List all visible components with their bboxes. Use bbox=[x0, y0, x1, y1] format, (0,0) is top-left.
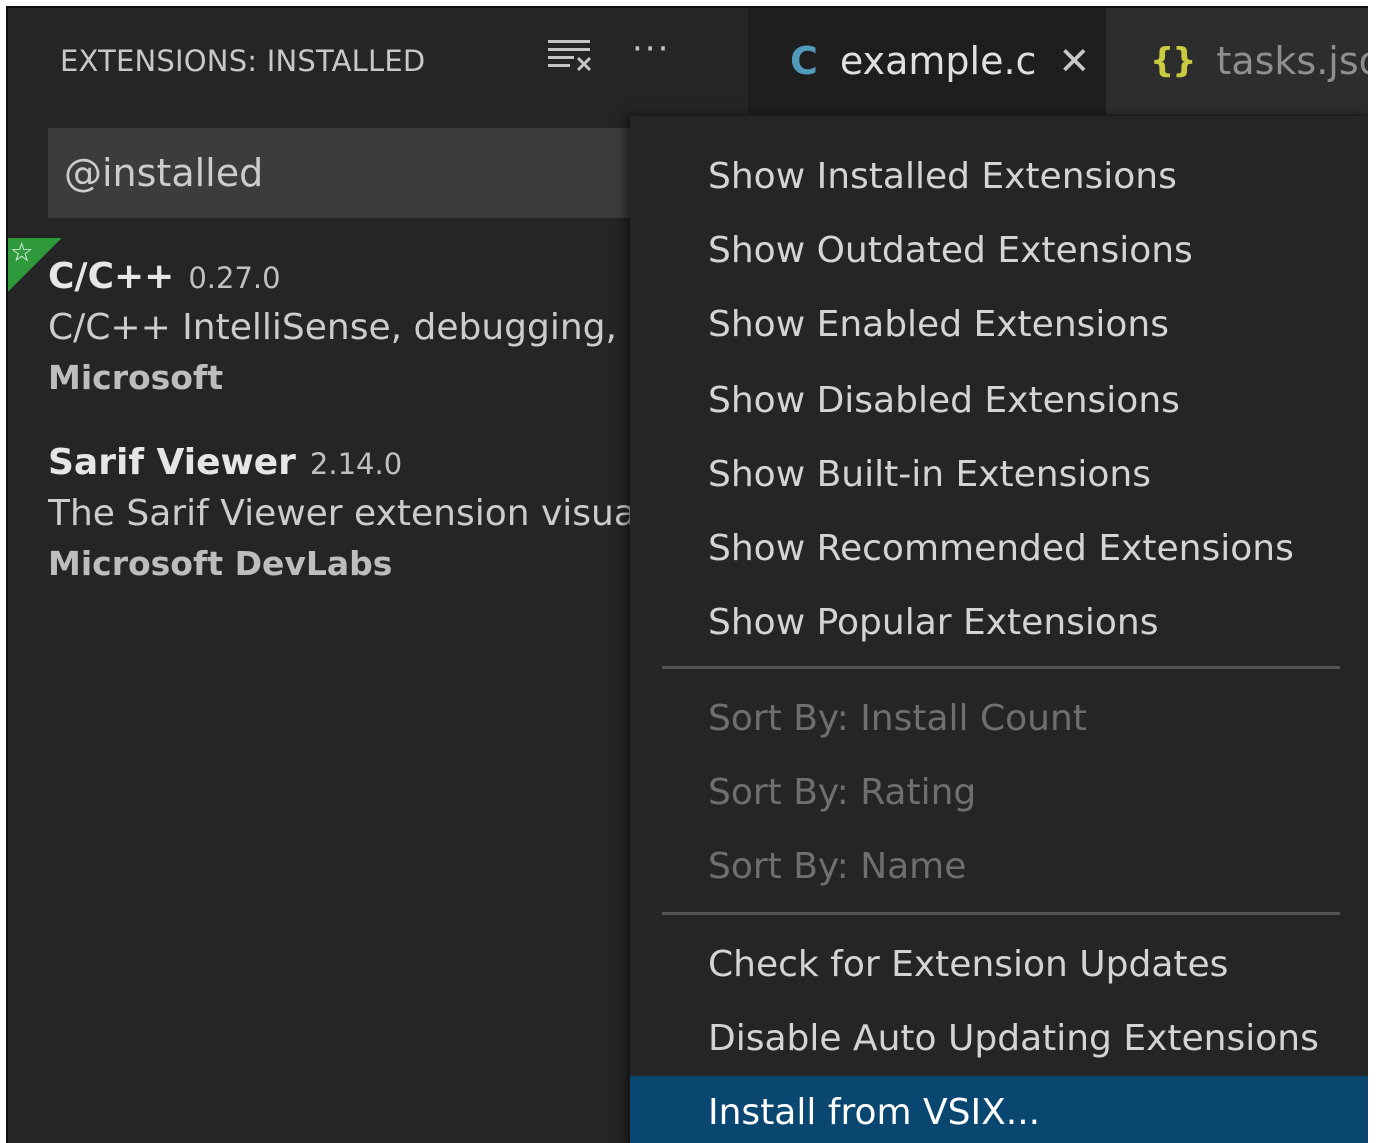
c-file-icon: C bbox=[790, 39, 818, 83]
close-icon[interactable]: ✕ bbox=[1058, 42, 1090, 80]
menu-separator bbox=[662, 912, 1340, 915]
tab-label: tasks.json bbox=[1216, 39, 1368, 83]
menu-item-show-enabled[interactable]: Show Enabled Extensions bbox=[630, 288, 1368, 360]
tab-example-c[interactable]: C example.c ✕ bbox=[748, 8, 1106, 114]
extension-item-cpp[interactable]: C/C++ 0.27.0 C/C++ IntelliSense, debuggin… bbox=[48, 256, 688, 397]
json-file-icon: {} bbox=[1150, 41, 1196, 81]
extension-version: 0.27.0 bbox=[188, 261, 281, 295]
extension-version: 2.14.0 bbox=[309, 447, 403, 481]
menu-item-show-recommended[interactable]: Show Recommended Extensions bbox=[630, 512, 1368, 584]
menu-item-sort-name: Sort By: Name bbox=[708, 845, 967, 887]
sidebar-actions: ··· bbox=[548, 32, 670, 72]
menu-item-check-updates[interactable]: Check for Extension Updates bbox=[630, 928, 1368, 1000]
menu-item-show-disabled[interactable]: Show Disabled Extensions bbox=[630, 364, 1368, 436]
menu-item-sort-rating: Sort By: Rating bbox=[708, 771, 977, 813]
tab-tasks-json[interactable]: {} tasks.json bbox=[1110, 8, 1368, 114]
extension-item-sarif-viewer[interactable]: Sarif Viewer 2.14.0 The Sarif Viewer exte… bbox=[48, 442, 688, 583]
menu-separator bbox=[662, 666, 1340, 669]
extension-publisher: Microsoft DevLabs bbox=[48, 544, 393, 583]
menu-item-show-popular[interactable]: Show Popular Extensions bbox=[630, 586, 1368, 658]
vscode-window: EXTENSIONS: INSTALLED ··· ☆ C/C++ 0.27.0 bbox=[6, 6, 1368, 1143]
extensions-search-input[interactable] bbox=[48, 128, 688, 218]
editor-tab-bar: C example.c ✕ {} tasks.json bbox=[748, 8, 1368, 114]
extension-description: C/C++ IntelliSense, debugging, ar bbox=[48, 307, 666, 348]
extension-publisher: Microsoft bbox=[48, 358, 224, 397]
extensions-actions-menu: Show Installed Extensions Show Outdated … bbox=[630, 116, 1368, 1143]
star-icon: ☆ bbox=[10, 238, 34, 268]
tab-label: example.c bbox=[839, 39, 1037, 83]
menu-item-install-from-vsix[interactable]: Install from VSIX... bbox=[630, 1076, 1368, 1143]
extension-description: The Sarif Viewer extension visualiz bbox=[48, 493, 675, 534]
more-actions-icon[interactable]: ··· bbox=[632, 32, 670, 66]
sidebar-title: EXTENSIONS: INSTALLED bbox=[60, 44, 426, 78]
menu-item-sort-install-count: Sort By: Install Count bbox=[708, 697, 1087, 739]
extension-name: C/C++ bbox=[48, 256, 175, 297]
extension-name: Sarif Viewer bbox=[48, 442, 296, 483]
clear-extensions-input-icon[interactable] bbox=[548, 38, 592, 72]
menu-item-show-installed[interactable]: Show Installed Extensions bbox=[630, 140, 1368, 212]
menu-item-disable-auto-update[interactable]: Disable Auto Updating Extensions bbox=[630, 1002, 1368, 1074]
menu-item-show-outdated[interactable]: Show Outdated Extensions bbox=[630, 214, 1368, 286]
menu-item-show-builtin[interactable]: Show Built-in Extensions bbox=[630, 438, 1368, 510]
